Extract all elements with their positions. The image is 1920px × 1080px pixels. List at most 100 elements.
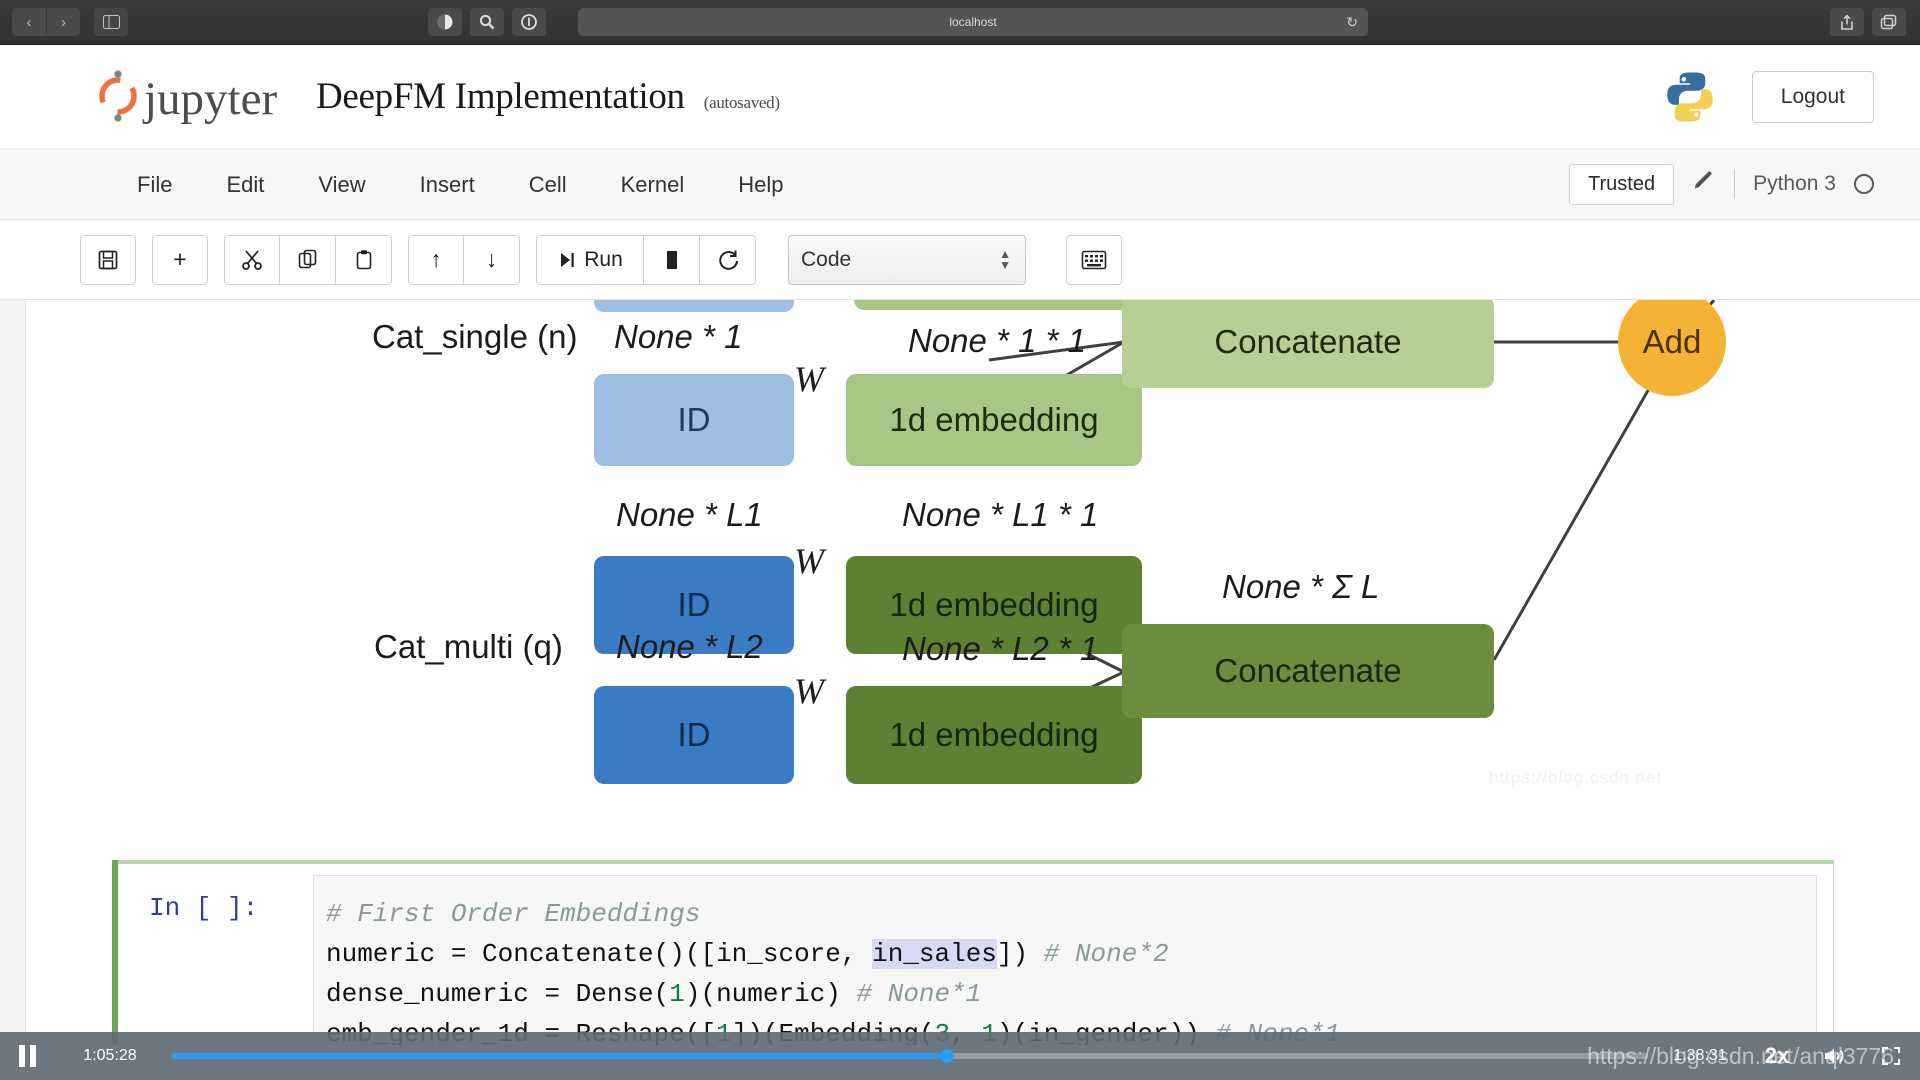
diagram-row-label-cat-multi: Cat_multi (q) xyxy=(374,628,563,665)
cell-type-select[interactable]: Code ▲ ▼ xyxy=(788,234,1026,285)
toolbar-group-insert: + xyxy=(152,234,208,285)
cell-type-value: Code xyxy=(801,247,852,271)
interrupt-kernel-button[interactable] xyxy=(644,234,700,285)
diagram-weight-label-1: W xyxy=(794,359,824,399)
sidebar-toggle-icon[interactable] xyxy=(94,8,128,36)
notebook-left-gutter xyxy=(0,300,26,1045)
diagram-shape-multi-emb-1: None * L1 * 1 xyxy=(902,496,1099,533)
kernel-idle-circle-icon[interactable] xyxy=(1854,174,1874,194)
diagram-node-embedding-cropped xyxy=(854,300,1144,310)
diagram-shape-multi-id-1: None * L1 xyxy=(616,496,763,533)
diagram-watermark: https://blog.csdn.net xyxy=(1489,768,1663,787)
browser-right-icons xyxy=(1830,8,1906,36)
menu-item-edit[interactable]: Edit xyxy=(199,149,291,220)
chevron-updown-icon: ▲ ▼ xyxy=(999,247,1011,272)
menubar-right-group: Trusted Python 3 xyxy=(1569,163,1874,205)
fullscreen-icon[interactable] xyxy=(1862,1046,1920,1066)
code-token-number: 1 xyxy=(669,979,685,1009)
video-player-controls: 1:05:28 1:38:31 2x xyxy=(0,1032,1920,1080)
menu-item-view[interactable]: View xyxy=(291,149,392,220)
header-right-group: Logout xyxy=(1662,69,1874,125)
screenshot-root: ‹ › localhost ↻ jupyter DeepFM Implement… xyxy=(0,0,1920,1080)
command-palette-button[interactable] xyxy=(1066,234,1122,285)
browser-toolbar: ‹ › localhost ↻ xyxy=(0,0,1920,45)
diagram-node-id-multi-2: ID xyxy=(594,686,794,784)
insert-cell-below-button[interactable]: + xyxy=(152,234,208,285)
code-token-comment: # First Order Embeddings xyxy=(326,899,701,929)
run-button[interactable]: Run xyxy=(536,234,644,285)
save-button[interactable] xyxy=(80,234,136,285)
video-current-time: 1:05:28 xyxy=(83,1047,137,1064)
pencil-icon[interactable] xyxy=(1692,169,1716,199)
move-cell-up-button[interactable]: ↑ xyxy=(408,234,464,285)
cell-selected-top-border xyxy=(112,860,1834,864)
code-token-comment: # None*1 xyxy=(856,979,982,1009)
code-token-highlight: in_sales xyxy=(872,939,997,969)
diagram-shape-single-emb: None * 1 * 1 xyxy=(908,322,1086,359)
info-icon[interactable] xyxy=(512,8,546,36)
trust-status-badge[interactable]: Trusted xyxy=(1569,163,1675,205)
cut-cell-button[interactable] xyxy=(224,234,280,285)
restart-kernel-button[interactable] xyxy=(700,234,756,285)
copy-cell-button[interactable] xyxy=(280,234,336,285)
back-icon[interactable]: ‹ xyxy=(12,8,46,36)
tabs-overview-icon[interactable] xyxy=(1872,8,1906,36)
notebook-scroll-area[interactable]: Cat_single (n) None * 1 None * 1 * 1 ID … xyxy=(0,300,1920,1045)
share-icon[interactable] xyxy=(1830,8,1864,36)
code-line: numeric = Concatenate()([in_score, in_sa… xyxy=(326,934,1802,974)
toolbar-group-move: ↑ ↓ xyxy=(408,234,520,285)
diagram-node-concatenate-top: Concatenate xyxy=(1122,300,1494,388)
menu-item-kernel[interactable]: Kernel xyxy=(594,149,712,220)
code-cell[interactable]: In [ ]: # First Order Embeddings numeric … xyxy=(112,860,1834,1045)
deepfm-architecture-diagram: Cat_single (n) None * 1 None * 1 * 1 ID … xyxy=(94,300,1864,830)
browser-mid-icons xyxy=(428,8,546,36)
volume-icon[interactable] xyxy=(1808,1046,1862,1066)
menu-items: File Edit View Insert Cell Kernel Help xyxy=(110,149,810,220)
move-cell-down-button[interactable]: ↓ xyxy=(464,234,520,285)
notebook-header: jupyter DeepFM Implementation (autosaved… xyxy=(0,45,1920,149)
diagram-shape-multi-id-2: None * L2 xyxy=(616,628,763,665)
reload-icon[interactable]: ↻ xyxy=(1346,14,1358,31)
diagram-shape-multi-emb-2: None * L2 * 1 xyxy=(902,630,1099,667)
browser-nav-group: ‹ › xyxy=(12,8,80,36)
code-editor[interactable]: # First Order Embeddings numeric = Concat… xyxy=(313,875,1817,1045)
menu-item-insert[interactable]: Insert xyxy=(393,149,502,220)
search-icon[interactable] xyxy=(470,8,504,36)
toolbar-group-save xyxy=(80,234,136,285)
menu-item-file[interactable]: File xyxy=(110,149,199,220)
address-bar[interactable]: localhost ↻ xyxy=(578,8,1368,36)
address-bar-text: localhost xyxy=(949,15,997,29)
diagram-node-concatenate-bottom: Concatenate xyxy=(1122,624,1494,718)
autosave-status: (autosaved) xyxy=(703,93,780,112)
page-title[interactable]: DeepFM Implementation (autosaved) xyxy=(316,75,780,118)
notebook-toolbar: + ↑ ↓ Run Code ▲ ▼ xyxy=(0,220,1920,300)
diagram-shape-single-id: None * 1 xyxy=(614,318,743,355)
menu-item-help[interactable]: Help xyxy=(711,149,810,220)
diagram-row-label-cat-single: Cat_single (n) xyxy=(372,318,578,355)
svg-text:jupyter: jupyter xyxy=(142,73,277,125)
video-progress-fill xyxy=(172,1053,947,1059)
forward-icon[interactable]: › xyxy=(46,8,80,36)
diagram-node-id-single: ID xyxy=(594,374,794,466)
diagram-node-embedding-single: 1d embedding xyxy=(846,374,1142,466)
jupyter-logo[interactable]: jupyter xyxy=(88,66,288,128)
video-progress-slider[interactable] xyxy=(172,1049,1648,1063)
pause-icon[interactable] xyxy=(0,1045,54,1067)
toolbar-groups: + ↑ ↓ Run Code ▲ ▼ xyxy=(80,234,1122,285)
code-line: dense_numeric = Dense(1)(numeric) # None… xyxy=(326,974,1802,1014)
code-token-plain: ]) xyxy=(996,939,1044,969)
reader-view-icon[interactable] xyxy=(428,8,462,36)
code-line: # First Order Embeddings xyxy=(326,894,1802,934)
notebook-title-text: DeepFM Implementation xyxy=(316,76,685,117)
toolbar-group-run: Run xyxy=(536,234,756,285)
toolbar-group-keyboard xyxy=(1066,234,1122,285)
menu-item-cell[interactable]: Cell xyxy=(502,149,594,220)
video-total-time: 1:38:31 xyxy=(1673,1047,1727,1064)
code-token-comment: # None*2 xyxy=(1043,939,1169,969)
video-speed-button[interactable]: 2x xyxy=(1746,1043,1808,1069)
paste-cell-button[interactable] xyxy=(336,234,392,285)
video-progress-knob[interactable] xyxy=(939,1049,954,1063)
diagram-weight-label-2: W xyxy=(794,541,824,581)
menu-bar: File Edit View Insert Cell Kernel Help T… xyxy=(0,149,1920,220)
logout-button[interactable]: Logout xyxy=(1751,70,1874,123)
